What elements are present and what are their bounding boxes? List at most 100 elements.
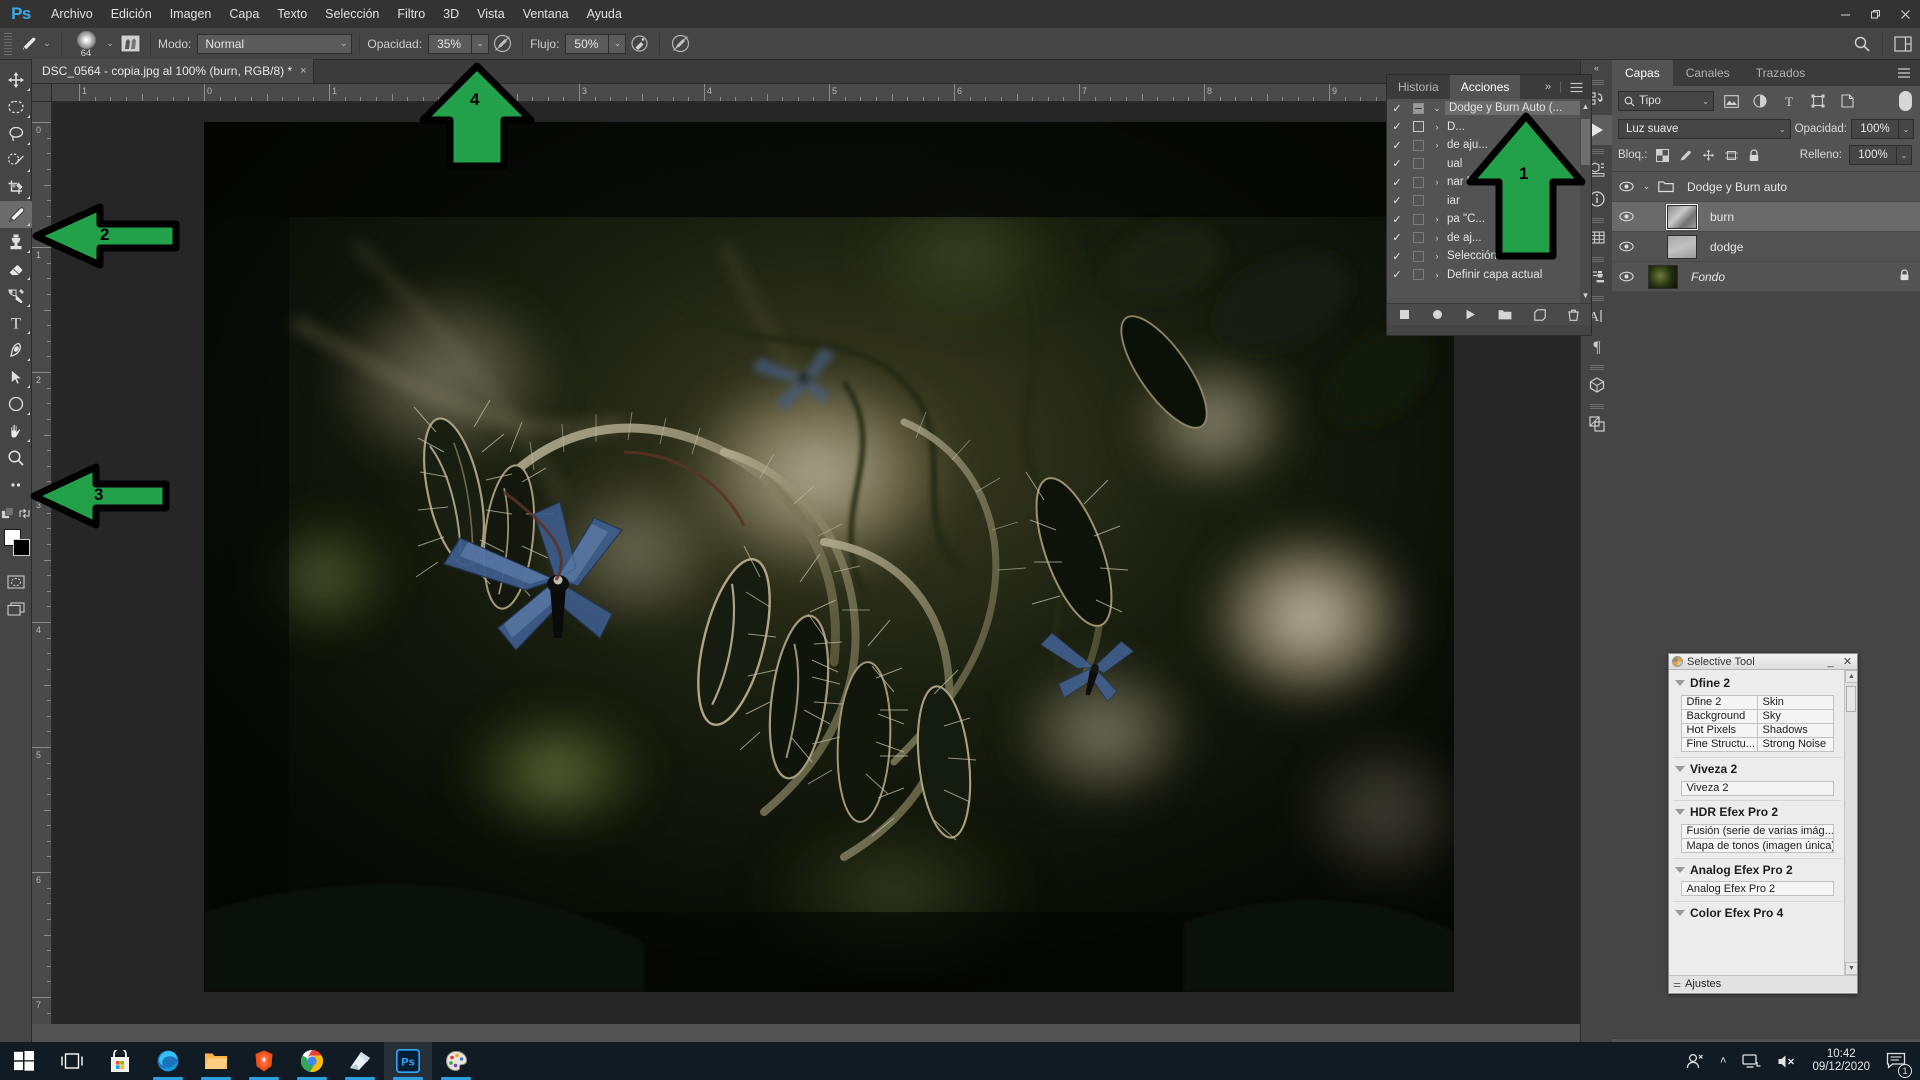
menu-imagen[interactable]: Imagen <box>161 0 221 28</box>
action-expand-icon[interactable]: › <box>1429 140 1445 150</box>
action-dialog-toggle[interactable] <box>1407 269 1429 281</box>
new-set-button[interactable] <box>1498 309 1512 320</box>
nik-preset-button[interactable]: Fine Structu... <box>1680 736 1758 752</box>
clock[interactable]: 10:42 09/12/2020 <box>1804 1048 1878 1074</box>
network-icon[interactable] <box>1734 1042 1769 1080</box>
nik-preset-button[interactable]: Viveza 2 <box>1680 780 1834 796</box>
quick-mask-button[interactable] <box>0 568 32 595</box>
layers-panel-menu[interactable] <box>1897 60 1920 86</box>
close-button[interactable] <box>1890 0 1920 28</box>
document-tab[interactable]: DSC_0564 - copia.jpg al 100% (burn, RGB/… <box>32 59 314 83</box>
lock-all-icon[interactable] <box>1746 146 1762 164</box>
stop-recording-button[interactable] <box>1399 309 1410 320</box>
minimize-button[interactable] <box>1830 0 1860 28</box>
group-expand-icon[interactable]: ⌄ <box>1640 181 1653 192</box>
paint-button[interactable] <box>432 1042 480 1080</box>
show-hidden-icons-button[interactable]: ˄ <box>1712 1042 1734 1080</box>
brush-tool[interactable] <box>0 201 32 228</box>
action-dialog-toggle[interactable] <box>1407 213 1429 225</box>
nik-preset-button[interactable]: Strong Noise <box>1756 736 1834 752</box>
begin-recording-button[interactable] <box>1432 309 1443 320</box>
action-expand-icon[interactable]: › <box>1429 122 1445 132</box>
swap-colors-icon[interactable] <box>18 507 31 523</box>
action-toggle-checkbox[interactable]: ✓ <box>1387 231 1407 244</box>
action-dialog-toggle[interactable] <box>1407 139 1429 151</box>
action-expand-icon[interactable]: › <box>1429 251 1445 261</box>
nik-section-header[interactable]: Analog Efex Pro 2 <box>1673 860 1841 880</box>
action-toggle-checkbox[interactable]: ✓ <box>1387 213 1407 226</box>
lasso-tool[interactable] <box>0 120 32 147</box>
opacity-stepper-icon[interactable]: ⌄ <box>1899 119 1914 139</box>
action-toggle-checkbox[interactable]: ✓ <box>1387 250 1407 263</box>
sticky-notes-button[interactable] <box>336 1042 384 1080</box>
start-button[interactable] <box>0 1042 48 1080</box>
eraser-tool[interactable] <box>0 255 32 282</box>
visibility-toggle-icon[interactable] <box>1616 262 1636 292</box>
tab-capas[interactable]: Capas <box>1612 60 1673 86</box>
background-color-swatch[interactable] <box>13 539 30 556</box>
action-dialog-toggle[interactable] <box>1407 176 1429 188</box>
chrome-button[interactable] <box>288 1042 336 1080</box>
people-icon[interactable] <box>1678 1042 1712 1080</box>
action-dialog-toggle[interactable] <box>1407 195 1429 207</box>
visibility-toggle-icon[interactable] <box>1616 232 1636 262</box>
brush-preset-caret-icon[interactable]: ⌄ <box>40 32 54 56</box>
layer-row-dodge[interactable]: dodge <box>1612 232 1920 262</box>
action-toggle-checkbox[interactable]: ✓ <box>1387 176 1407 189</box>
action-toggle-checkbox[interactable]: ✓ <box>1387 268 1407 281</box>
close-icon[interactable]: × <box>300 65 306 77</box>
lock-position-icon[interactable] <box>1700 146 1716 164</box>
nik-preset-button[interactable]: Dfine 2 <box>1680 694 1758 710</box>
layer-thumbnail[interactable] <box>1666 203 1698 230</box>
nik-preset-button[interactable]: Skin <box>1756 694 1834 710</box>
action-dialog-toggle[interactable] <box>1407 232 1429 244</box>
menu-texto[interactable]: Texto <box>268 0 316 28</box>
edge-button[interactable] <box>144 1042 192 1080</box>
nik-preset-button[interactable]: Mapa de tonos (imagen única) <box>1680 838 1834 853</box>
tab-historia[interactable]: Historia <box>1387 75 1450 99</box>
lock-artboard-icon[interactable] <box>1723 146 1739 164</box>
action-toggle-checkbox[interactable]: ✓ <box>1387 102 1407 115</box>
menu-ayuda[interactable]: Ayuda <box>578 0 631 28</box>
action-dialog-toggle[interactable] <box>1407 121 1429 133</box>
fill-stepper-icon[interactable]: ⌄ <box>1897 145 1912 165</box>
new-action-button[interactable] <box>1534 308 1546 321</box>
adjustment-filter-icon[interactable] <box>1748 91 1772 111</box>
hand-tool[interactable] <box>0 417 32 444</box>
hamburger-icon[interactable] <box>1897 67 1911 79</box>
visibility-toggle-icon[interactable] <box>1616 202 1636 232</box>
tab-trazados[interactable]: Trazados <box>1743 60 1819 86</box>
layer-thumbnail[interactable] <box>1667 234 1697 259</box>
action-expand-icon[interactable]: ⌄ <box>1429 103 1445 114</box>
pen-tool[interactable] <box>0 336 32 363</box>
menu-3d[interactable]: 3D <box>434 0 468 28</box>
document-image[interactable] <box>204 122 1454 992</box>
action-toggle-checkbox[interactable]: ✓ <box>1387 139 1407 152</box>
menu-edicion[interactable]: Edición <box>102 0 161 28</box>
restore-button[interactable] <box>1860 0 1890 28</box>
lock-transparent-icon[interactable] <box>1654 146 1670 164</box>
screen-mode-button[interactable] <box>0 595 32 622</box>
filter-enable-toggle[interactable] <box>1899 91 1912 111</box>
menu-capa[interactable]: Capa <box>220 0 268 28</box>
menu-seleccion[interactable]: Selección <box>316 0 388 28</box>
options-bar-grip[interactable] <box>4 32 12 55</box>
nik-preset-button[interactable]: Hot Pixels <box>1680 722 1758 738</box>
smoothing-pressure-icon[interactable] <box>667 31 693 57</box>
gradient-tool[interactable] <box>0 282 32 309</box>
marquee-tool[interactable] <box>0 93 32 120</box>
action-expand-icon[interactable]: › <box>1429 270 1445 280</box>
blend-mode-select[interactable]: Luz suave ⌄ <box>1618 119 1791 139</box>
minimize-button[interactable]: _ <box>1824 656 1837 668</box>
delete-action-button[interactable] <box>1568 309 1579 321</box>
edit-toolbar-button[interactable] <box>0 471 32 498</box>
menu-vista[interactable]: Vista <box>468 0 514 28</box>
type-filter-icon[interactable]: T <box>1777 91 1801 111</box>
scroll-up-icon[interactable]: ▲ <box>1845 670 1857 683</box>
volume-muted-icon[interactable] <box>1769 1042 1804 1080</box>
rail-group-grip-7[interactable] <box>1581 400 1612 409</box>
selective-tool-footer[interactable]: ⚌ Ajustes <box>1669 975 1857 992</box>
notifications-button[interactable]: 1 <box>1878 1042 1914 1080</box>
lock-image-icon[interactable] <box>1677 146 1693 164</box>
type-tool[interactable]: T <box>0 309 32 336</box>
